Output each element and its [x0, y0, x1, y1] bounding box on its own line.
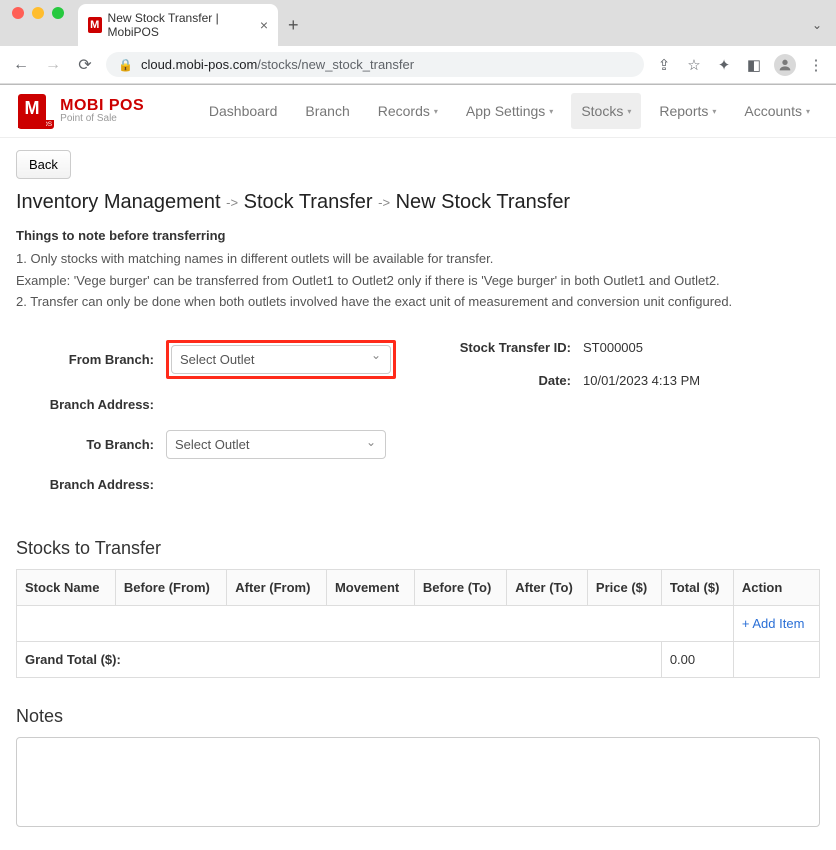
col-action: Action [733, 569, 819, 605]
from-branch-select[interactable]: Select Outlet [171, 345, 391, 374]
caret-icon: ▾ [712, 107, 716, 116]
col-after-to: After (To) [507, 569, 588, 605]
to-branch-address-label: Branch Address: [16, 477, 166, 492]
to-branch-select[interactable]: Select Outlet [166, 430, 386, 459]
nav-reports[interactable]: Reports▾ [649, 93, 726, 129]
grand-total-value: 0.00 [661, 641, 733, 677]
plus-icon: + [742, 616, 753, 631]
forward-browser-button: → [42, 56, 64, 74]
brand-logo[interactable]: M MOBI POS MOBI POS Point of Sale [18, 94, 144, 129]
brand-name: MOBI POS [60, 98, 144, 114]
caret-icon: ▾ [434, 107, 438, 116]
browser-chrome: M New Stock Transfer | MobiPOS × + ⌄ ← →… [0, 0, 836, 85]
window-max-dot[interactable] [52, 7, 64, 19]
nav-accounts[interactable]: Accounts▾ [734, 93, 820, 129]
date-value: 10/01/2023 4:13 PM [583, 373, 700, 388]
col-stock-name: Stock Name [17, 569, 116, 605]
notes-textarea[interactable] [16, 737, 820, 827]
to-branch-label: To Branch: [16, 437, 166, 452]
share-icon[interactable]: ⇪ [654, 56, 674, 74]
note-1: 1. Only stocks with matching names in di… [16, 249, 820, 269]
transfer-id-label: Stock Transfer ID: [433, 340, 583, 355]
stocks-heading: Stocks to Transfer [16, 538, 820, 559]
caret-icon: ▾ [627, 107, 631, 116]
url-host: cloud.mobi-pos.com [141, 57, 257, 72]
nav-stocks[interactable]: Stocks▾ [571, 93, 641, 129]
window-close-dot[interactable] [12, 7, 24, 19]
breadcrumb: Inventory Management -> Stock Transfer -… [16, 191, 820, 214]
notes-section-heading: Notes [16, 706, 820, 727]
panel-icon[interactable]: ◧ [744, 56, 764, 74]
logo-mark: M [18, 94, 46, 122]
from-branch-highlight: Select Outlet [166, 340, 396, 379]
transfer-id-value: ST000005 [583, 340, 643, 355]
col-after-from: After (From) [227, 569, 327, 605]
note-2: 2. Transfer can only be done when both o… [16, 292, 820, 312]
nav-branch[interactable]: Branch [295, 93, 359, 129]
back-button[interactable]: Back [16, 150, 71, 179]
lock-icon: 🔒 [118, 58, 133, 72]
url-path: /stocks/new_stock_transfer [257, 57, 414, 72]
nav-dashboard[interactable]: Dashboard [199, 93, 288, 129]
col-total: Total ($) [661, 569, 733, 605]
date-label: Date: [433, 373, 583, 388]
app-topnav: M MOBI POS MOBI POS Point of Sale Dashbo… [0, 85, 836, 138]
profile-avatar[interactable] [774, 54, 796, 76]
col-before-from: Before (From) [115, 569, 226, 605]
grand-total-label: Grand Total ($): [17, 641, 662, 677]
bookmark-star-icon[interactable]: ☆ [684, 56, 704, 74]
table-row-empty: + Add Item [17, 605, 820, 641]
address-bar[interactable]: 🔒 cloud.mobi-pos.com/stocks/new_stock_tr… [106, 52, 644, 77]
caret-icon: ▾ [806, 107, 810, 116]
nav-records[interactable]: Records▾ [368, 93, 448, 129]
back-browser-button[interactable]: ← [10, 56, 32, 74]
stocks-table: Stock Name Before (From) After (From) Mo… [16, 569, 820, 678]
from-branch-label: From Branch: [16, 352, 166, 367]
notes-heading: Things to note before transferring [16, 228, 820, 243]
extensions-icon[interactable]: ✦ [714, 56, 734, 74]
col-before-to: Before (To) [414, 569, 506, 605]
breadcrumb-2[interactable]: Stock Transfer [244, 191, 373, 213]
col-price: Price ($) [587, 569, 661, 605]
breadcrumb-3: New Stock Transfer [396, 191, 571, 213]
breadcrumb-1[interactable]: Inventory Management [16, 191, 221, 213]
from-branch-address-label: Branch Address: [16, 397, 166, 412]
brand-tagline: Point of Sale [60, 114, 144, 124]
note-1-example: Example: 'Vege burger' can be transferre… [16, 271, 820, 291]
col-movement: Movement [326, 569, 414, 605]
add-item-link[interactable]: + Add Item [742, 616, 805, 631]
browser-menu-icon[interactable]: ⋮ [806, 56, 826, 74]
window-min-dot[interactable] [32, 7, 44, 19]
caret-icon: ▾ [549, 107, 553, 116]
reload-button[interactable]: ⟳ [74, 55, 96, 75]
table-row-grand-total: Grand Total ($): 0.00 [17, 641, 820, 677]
nav-app-settings[interactable]: App Settings▾ [456, 93, 563, 129]
